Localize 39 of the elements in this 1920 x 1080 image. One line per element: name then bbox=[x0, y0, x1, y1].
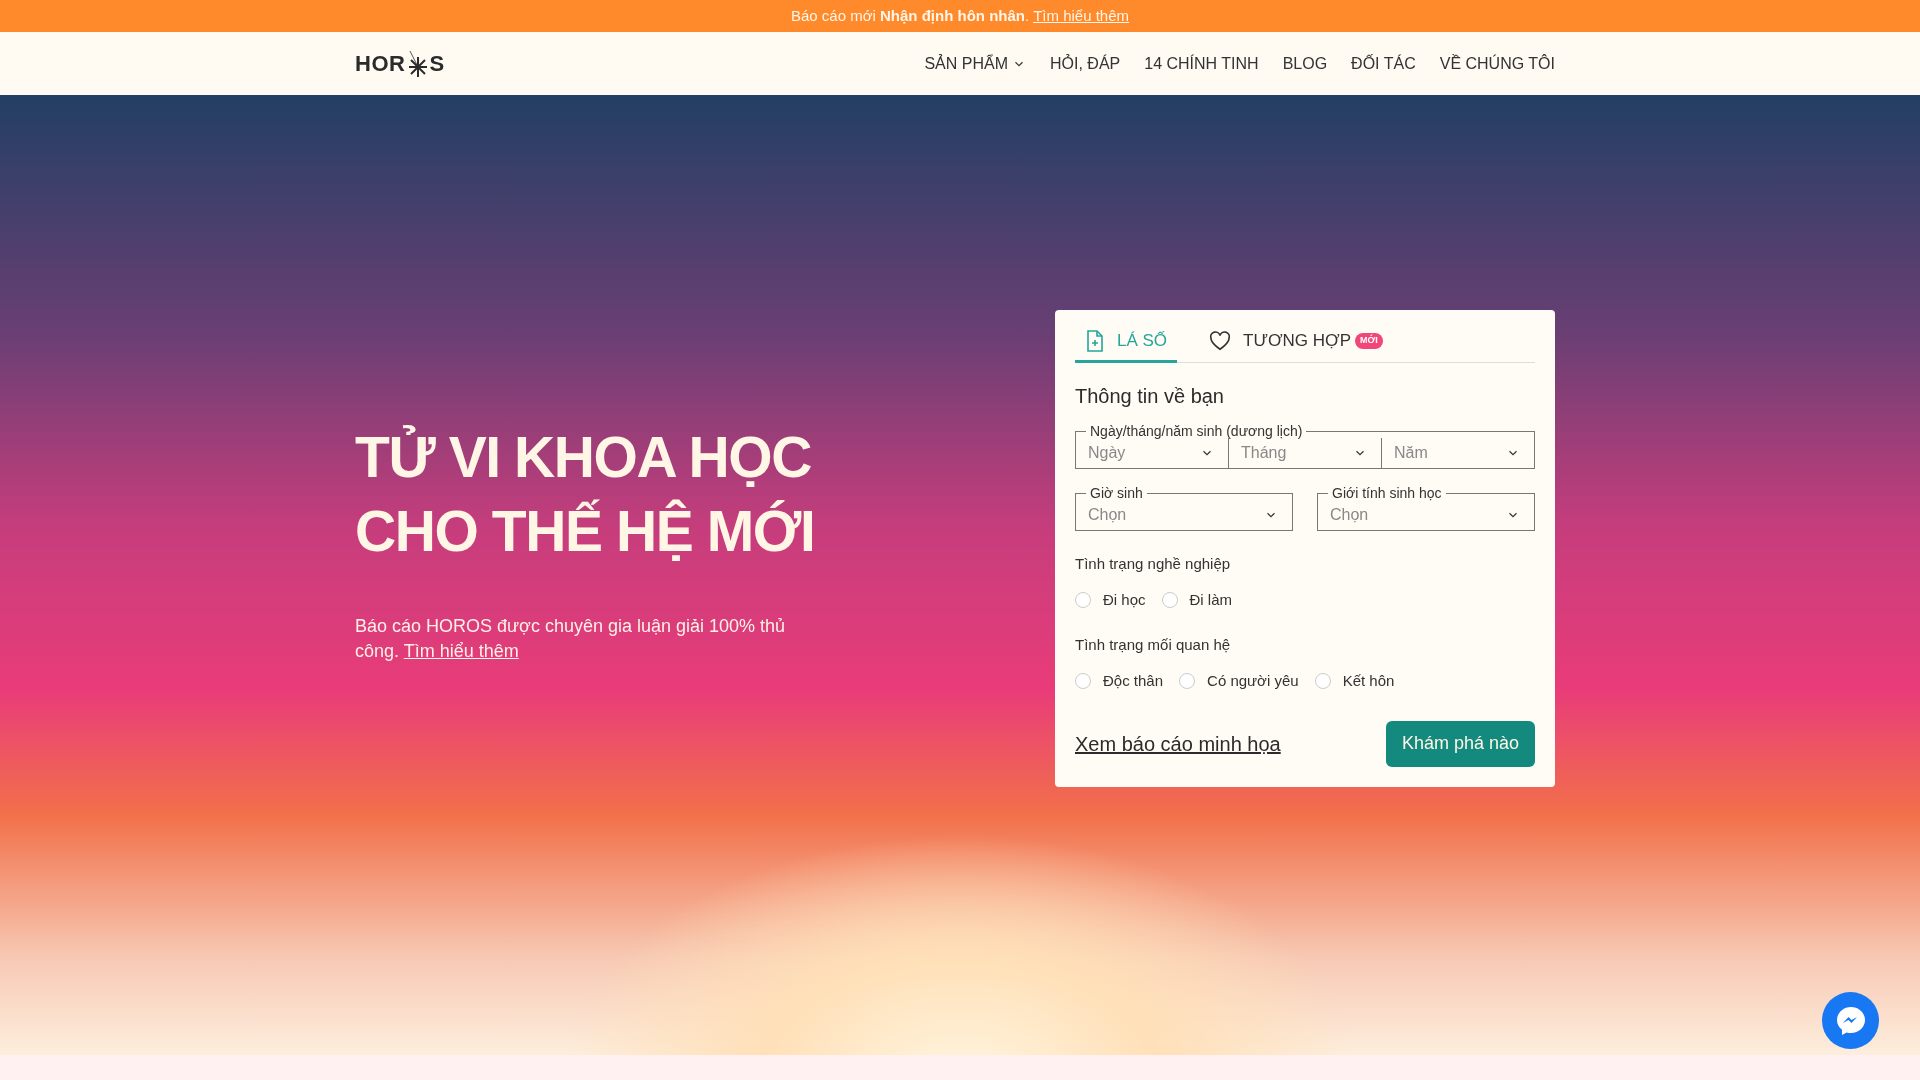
announcement-text: Báo cáo mới Nhận định hôn nhân. bbox=[790, 5, 1030, 26]
field-label: Giờ sinh bbox=[1089, 483, 1144, 503]
nav-link[interactable]: ĐỐI TÁC bbox=[1351, 51, 1416, 76]
select-placeholder: Chọn bbox=[1330, 504, 1369, 525]
radio-option[interactable]: Có người yêu bbox=[1179, 670, 1299, 693]
explore-button[interactable]: Khám phá nào bbox=[1385, 720, 1535, 767]
radio-button[interactable] bbox=[1075, 673, 1091, 690]
form-heading: Thông tin về bạn bbox=[1075, 383, 1225, 409]
radio-button[interactable] bbox=[1314, 673, 1331, 690]
nav-link[interactable]: VỀ CHÚNG TÔI bbox=[1439, 51, 1555, 76]
select-field[interactable]: Năm bbox=[1381, 437, 1534, 468]
radio-option[interactable]: Kết hôn bbox=[1314, 670, 1395, 693]
group-label: Tình trạng mối quan hệ bbox=[1075, 634, 1232, 655]
group-label: Tình trạng nghề nghiệp bbox=[1075, 553, 1232, 574]
radio-button[interactable] bbox=[1075, 592, 1091, 609]
select-placeholder: Chọn bbox=[1088, 504, 1127, 525]
hero-title: TỬ VI KHOA HỌC CHO THẾ HỆ MỚI bbox=[355, 424, 816, 565]
hero-description: Báo cáo HOROS được chuyên gia luận giải 100% thủ công. Tìm hiểu thêm bbox=[355, 615, 787, 663]
nav-link[interactable]: SẢN PHẨM bbox=[924, 51, 1026, 76]
document-plus-icon bbox=[1085, 329, 1105, 352]
select-placeholder: Năm bbox=[1394, 442, 1428, 463]
nav-link[interactable]: BLOG bbox=[1282, 51, 1328, 76]
radio-button[interactable] bbox=[1161, 592, 1178, 609]
select-placeholder: Tháng bbox=[1241, 442, 1287, 463]
select-placeholder: Ngày bbox=[1088, 442, 1126, 463]
sample-report-link[interactable]: Xem báo cáo minh họa bbox=[1075, 728, 1281, 759]
learn-more-link[interactable]: Tìm hiểu thêm bbox=[403, 641, 519, 661]
nav-link[interactable]: HỎI, ĐÁP bbox=[1050, 51, 1121, 76]
messenger-button[interactable] bbox=[1822, 992, 1879, 1049]
heart-icon bbox=[1209, 330, 1232, 351]
tab[interactable]: TƯƠNG HỢP MỚI bbox=[1199, 328, 1393, 363]
radio-option[interactable]: Đi làm bbox=[1161, 589, 1233, 612]
radio-option[interactable]: Đi học bbox=[1075, 589, 1146, 612]
nav-link[interactable]: 14 CHÍNH TINH bbox=[1144, 51, 1259, 76]
radio-button[interactable] bbox=[1179, 673, 1196, 690]
new-badge: MỚI bbox=[1355, 333, 1383, 349]
radio-option[interactable]: Độc thân bbox=[1075, 670, 1164, 693]
logo[interactable]: HOR S bbox=[355, 47, 445, 80]
field-label: Giới tính sinh học bbox=[1331, 483, 1443, 503]
